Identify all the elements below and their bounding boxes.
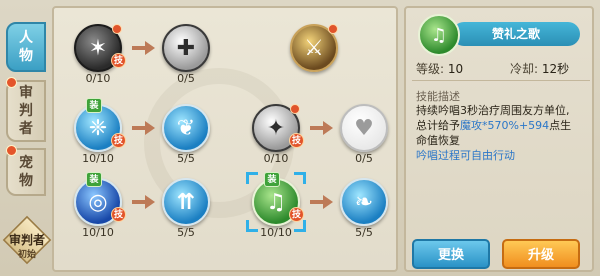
tab-label: 审: [19, 85, 33, 101]
badge-title: 审判者: [8, 233, 45, 247]
left-tab-bar: 人 物 审 判 者 宠 物 审判者 初始: [0, 0, 52, 276]
description-line: 命值恢复: [416, 134, 460, 147]
skill-detail-panel: 赞礼之歌 ♫ 等级: 10 冷却: 12秒 技能描述 持续吟唱3秒治疗周围友方单…: [404, 6, 594, 272]
tab-pet[interactable]: 宠 物: [6, 145, 46, 196]
skill-node-golden[interactable]: ⚔: [290, 24, 338, 72]
skill-tag-badge: 技: [111, 207, 126, 222]
cooldown-row: 冷却: 12秒: [510, 60, 569, 77]
skill-node-wings[interactable]: ❦ 5/5: [162, 104, 210, 165]
arrow-right-icon: [132, 121, 156, 135]
skill-tree-panel: ✶ 技 0/10 ✚ 0/5 ⚔ ❈ 装 技 10/10 ❦ 5/5 ✦ 技 0…: [52, 6, 398, 272]
skill-node-dark[interactable]: ✶ 技 0/10: [74, 24, 126, 85]
tab-character[interactable]: 人 物: [6, 22, 46, 72]
skill-tag-badge: 技: [289, 207, 304, 222]
notification-dot-icon: [328, 24, 338, 34]
skill-level-count: 0/10: [263, 152, 289, 165]
upgrade-button[interactable]: 升级: [502, 239, 580, 269]
skill-level-count: 10/10: [82, 152, 114, 165]
description-line: 总计给予魔攻*570%+594点生: [416, 118, 592, 133]
arrow-right-icon: [132, 41, 156, 55]
arrow-right-icon: [310, 121, 334, 135]
skill-node-vortex[interactable]: ◎ 装 技 10/10: [74, 172, 126, 239]
skill-level-count: 0/10: [85, 72, 111, 85]
notification-dot-icon: [290, 104, 300, 114]
equipped-badge: 装: [86, 172, 102, 187]
skill-name-banner: 赞礼之歌: [452, 22, 580, 46]
tab-judge[interactable]: 审 判 者: [6, 77, 46, 142]
skill-tag-badge: 技: [111, 53, 126, 68]
skill-level-count: 0/5: [177, 72, 195, 85]
swap-button[interactable]: 更换: [412, 239, 490, 269]
wings-icon: ❦: [162, 104, 210, 152]
tab-label: 物: [19, 48, 33, 64]
tab-label: 人: [19, 30, 33, 46]
skill-level-count: 5/5: [355, 226, 373, 239]
arrow-right-icon: [132, 195, 156, 209]
skill-level-count: 10/10: [82, 226, 114, 239]
notification-dot-icon: [6, 145, 17, 156]
plus-shield-icon: ✚: [162, 24, 210, 72]
skill-node-harp[interactable]: ♫ 装 技 10/10: [252, 172, 304, 239]
description-text: 总计给予: [416, 119, 460, 132]
cooldown-label: 冷却:: [510, 62, 539, 76]
description-note: 吟唱过程可自由行动: [416, 149, 515, 162]
equipped-badge: 装: [264, 172, 280, 187]
description-highlight: 魔攻*570%+594: [460, 119, 550, 132]
skill-node-grayed[interactable]: ✦ 技 0/10: [252, 104, 304, 165]
tab-label: 物: [19, 173, 33, 189]
skill-tag-badge: 技: [111, 133, 126, 148]
skill-level-count: 5/5: [177, 226, 195, 239]
level-value: 10: [447, 62, 464, 76]
level-label: 等级:: [416, 62, 445, 76]
heart-icon: ♥: [340, 104, 388, 152]
cooldown-value: 12秒: [541, 62, 570, 76]
skill-node-heart[interactable]: ♥ 0/5: [340, 104, 388, 165]
skill-node-phoenix[interactable]: ❈ 装 技 10/10: [74, 98, 126, 165]
skill-tag-badge: 技: [289, 133, 304, 148]
equipped-badge: 装: [86, 98, 102, 113]
skill-node-arrows[interactable]: ⇈ 5/5: [162, 178, 210, 239]
tab-label: 宠: [19, 155, 33, 171]
class-badge[interactable]: 审判者 初始: [2, 214, 52, 268]
skill-node-feather[interactable]: ❧ 5/5: [340, 178, 388, 239]
feather-icon: ❧: [340, 178, 388, 226]
description-line: 持续吟唱3秒治疗周围友方单位,: [416, 104, 570, 117]
skill-level-count: 10/10: [260, 226, 292, 239]
arrow-right-icon: [310, 195, 334, 209]
skill-node-plus[interactable]: ✚ 0/5: [162, 24, 210, 85]
notification-dot-icon: [6, 77, 17, 88]
skill-level-count: 0/5: [355, 152, 373, 165]
skill-level-count: 5/5: [177, 152, 195, 165]
skill-description: 持续吟唱3秒治疗周围友方单位, 总计给予魔攻*570%+594点生 命值恢复 吟…: [416, 103, 592, 163]
notification-dot-icon: [112, 24, 122, 34]
badge-subtitle: 初始: [17, 250, 36, 260]
description-text: 点生: [549, 119, 572, 132]
tab-label: 者: [19, 121, 33, 137]
triple-arrow-icon: ⇈: [162, 178, 210, 226]
divider: [412, 80, 590, 81]
description-title: 技能描述: [416, 90, 460, 103]
tab-label: 判: [19, 103, 33, 119]
harp-icon: ♫: [418, 14, 460, 56]
level-row: 等级: 10: [416, 60, 463, 77]
